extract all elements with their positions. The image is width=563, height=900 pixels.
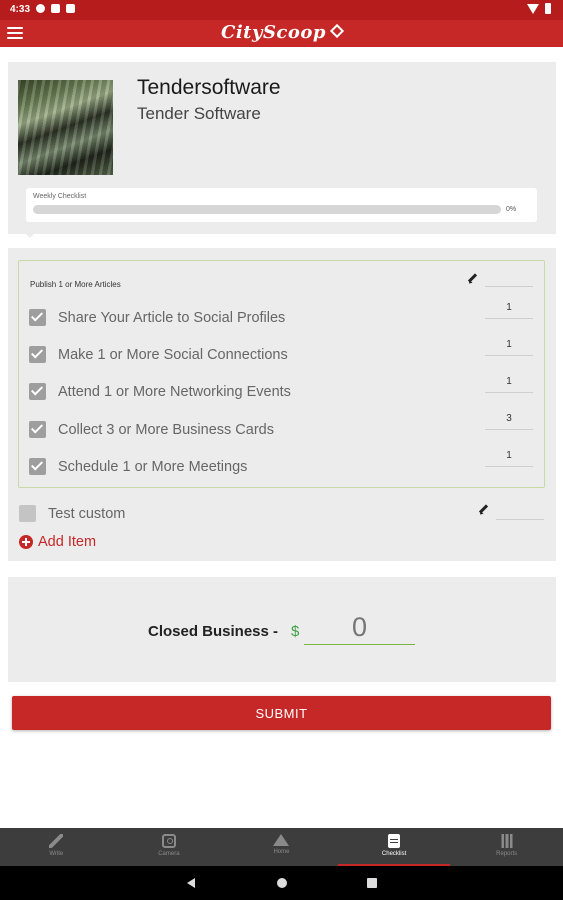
nav-label: Checklist — [381, 851, 407, 857]
profile-image — [18, 80, 113, 175]
app-logo: CityScoop — [0, 22, 563, 43]
user-name: Tendersoftware — [137, 76, 281, 99]
item-checkbox[interactable] — [29, 458, 46, 475]
closed-business-input[interactable] — [304, 611, 415, 645]
company-name: Tender Software — [137, 104, 261, 123]
nav-label: Reports — [496, 851, 518, 857]
custom-item: Test custom — [19, 502, 519, 526]
bottom-navigation: Write Camera Home Checklist Reports — [0, 828, 563, 866]
checklist-item: Make 1 or More Social Connections — [29, 343, 529, 367]
back-icon[interactable] — [187, 878, 195, 888]
checklist-item: Schedule 1 or More Meetings — [29, 455, 529, 479]
status-system-icons — [527, 3, 551, 14]
add-item-label: Add Item — [38, 534, 97, 550]
item-checkbox[interactable] — [29, 383, 46, 400]
edit-pencil-icon[interactable] — [466, 273, 478, 285]
camera-icon — [161, 834, 176, 848]
app-title: CityScoop — [221, 22, 326, 43]
wifi-icon — [527, 3, 539, 14]
item-label: Attend 1 or More Networking Events — [58, 384, 291, 400]
item-checkbox[interactable] — [29, 421, 46, 438]
submit-button[interactable]: SUBMIT — [12, 696, 551, 730]
item-count-field[interactable]: 1 — [485, 338, 533, 356]
custom-count-field[interactable] — [496, 502, 544, 520]
weekly-progress: Weekly Checklist 0% — [26, 188, 537, 222]
sd-card-notification-icon — [66, 4, 75, 13]
item-count-field[interactable]: 3 — [485, 412, 533, 430]
checklist-group: Publish 1 or More Articles Share Your Ar… — [18, 260, 545, 488]
nav-checklist[interactable]: Checklist — [337, 828, 451, 866]
nav-camera[interactable]: Camera — [113, 828, 226, 866]
checklist-card: Publish 1 or More Articles Share Your Ar… — [8, 248, 556, 561]
progress-percent: 0% — [506, 206, 517, 213]
add-circle-icon — [19, 535, 33, 549]
closed-business-label: Closed Business - — [148, 623, 279, 640]
nav-reports[interactable]: Reports — [450, 828, 563, 866]
app-bar: CityScoop — [0, 20, 563, 47]
status-time: 4:33 — [10, 4, 31, 15]
item-count-field[interactable]: 1 — [485, 449, 533, 467]
add-item-button[interactable]: Add Item — [19, 534, 96, 550]
clipboard-icon — [388, 834, 401, 848]
nav-label: Camera — [158, 851, 180, 857]
custom-item-checkbox[interactable] — [19, 505, 36, 522]
settings-notification-icon — [36, 4, 45, 13]
nav-label: Write — [49, 851, 64, 857]
currency-symbol: $ — [291, 623, 300, 640]
closed-business-card: Closed Business - $ — [8, 577, 556, 682]
recents-icon[interactable] — [367, 878, 377, 888]
checklist-item: Attend 1 or More Networking Events — [29, 380, 529, 404]
group-count-field[interactable] — [485, 269, 533, 287]
checklist-item: Share Your Article to Social Profiles — [29, 306, 529, 330]
pencil-icon — [49, 834, 64, 848]
item-checkbox[interactable] — [29, 309, 46, 326]
nav-write[interactable]: Write — [0, 828, 113, 866]
logo-pin-icon — [329, 23, 345, 39]
item-label: Collect 3 or More Business Cards — [58, 422, 274, 438]
status-notification-icons — [36, 4, 75, 13]
progress-bar — [33, 205, 501, 214]
item-label: Share Your Article to Social Profiles — [58, 310, 286, 326]
checklist-item: Collect 3 or More Business Cards — [29, 418, 529, 442]
app-notification-icon — [51, 4, 60, 13]
item-count-field[interactable]: 1 — [485, 375, 533, 393]
item-checkbox[interactable] — [29, 346, 46, 363]
bar-chart-icon — [499, 834, 514, 848]
battery-icon — [545, 3, 551, 14]
system-navigation-bar — [0, 866, 563, 900]
item-count-field[interactable]: 1 — [485, 301, 533, 319]
progress-label: Weekly Checklist — [33, 193, 87, 200]
group-title: Publish 1 or More Articles — [30, 280, 121, 289]
profile-card: Tendersoftware Tender Software Weekly Ch… — [8, 62, 556, 234]
custom-item-label: Test custom — [48, 506, 126, 522]
home-icon — [273, 834, 290, 846]
item-label: Schedule 1 or More Meetings — [58, 459, 248, 475]
status-bar: 4:33 — [0, 0, 563, 20]
nav-label: Home — [273, 849, 290, 855]
home-button-icon[interactable] — [277, 878, 287, 888]
nav-home[interactable]: Home — [225, 828, 338, 866]
item-label: Make 1 or More Social Connections — [58, 347, 288, 363]
edit-pencil-icon[interactable] — [477, 504, 489, 516]
card-pointer — [20, 228, 40, 238]
